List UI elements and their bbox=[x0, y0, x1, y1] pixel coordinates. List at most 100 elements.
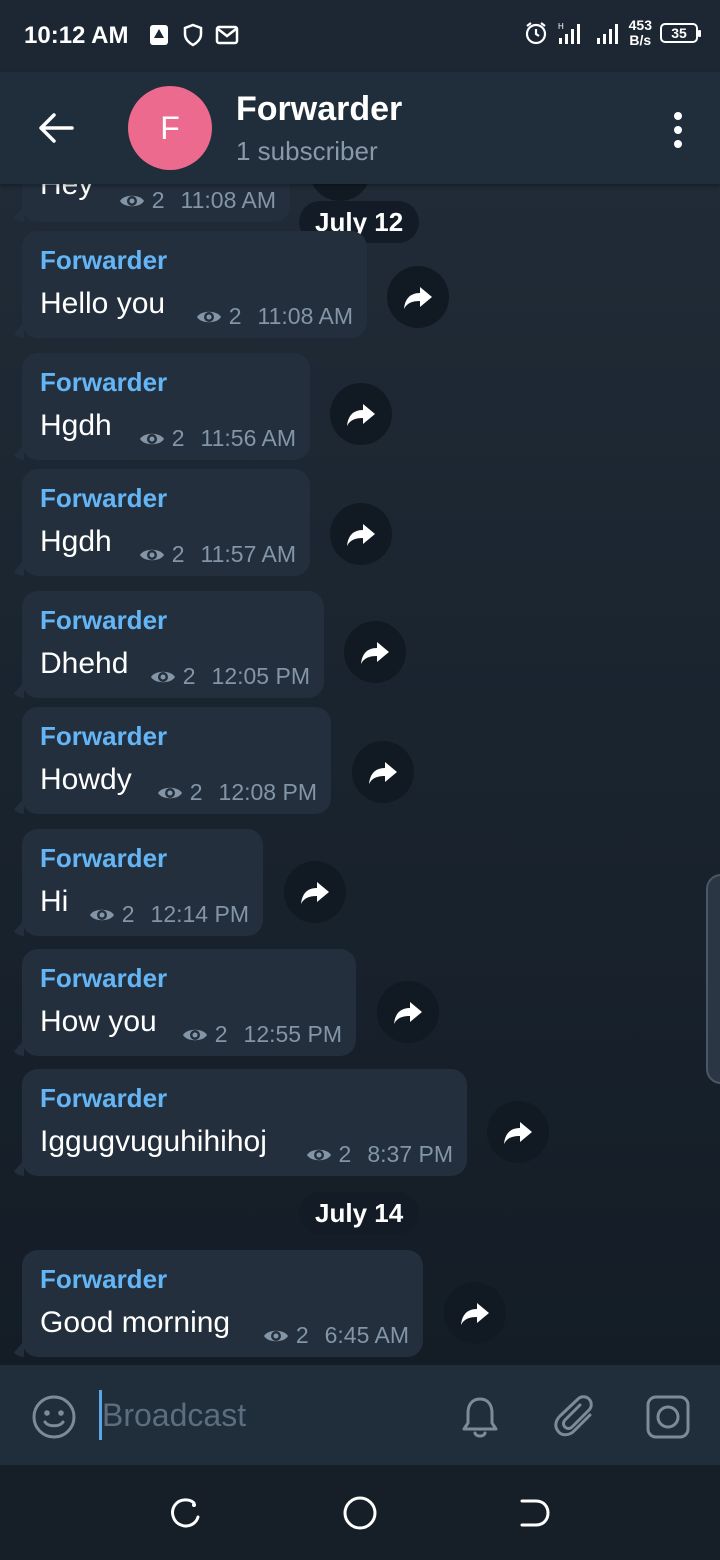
message-list[interactable]: Hey 2 11:08 AM July 12 Forwarder Hello y… bbox=[0, 184, 720, 1365]
bell-icon[interactable] bbox=[456, 1393, 504, 1441]
forward-button[interactable] bbox=[330, 383, 392, 445]
sender-name[interactable]: Forwarder bbox=[40, 605, 167, 636]
network-speed-value: 453 bbox=[628, 17, 652, 33]
message-meta: 2 12:14 PM bbox=[88, 901, 249, 928]
battery-level: 35 bbox=[671, 25, 687, 41]
message-bubble[interactable]: Forwarder Iggugvuguhihihoj 2 8:37 PM bbox=[22, 1069, 467, 1176]
status-bar: 10:12 AM H 453 B/s 35 bbox=[0, 0, 720, 72]
view-count: 2 bbox=[121, 901, 135, 927]
eye-icon bbox=[182, 1029, 207, 1040]
view-count: 2 bbox=[338, 1141, 352, 1167]
message-bubble[interactable]: Forwarder Hi 2 12:14 PM bbox=[22, 829, 263, 936]
message-text: How you bbox=[40, 1005, 157, 1038]
message-bubble[interactable]: Forwarder Dhehd 2 12:05 PM bbox=[22, 591, 324, 698]
eye-icon bbox=[139, 549, 164, 560]
channel-avatar[interactable]: F bbox=[128, 86, 212, 170]
sender-name[interactable]: Forwarder bbox=[40, 245, 167, 276]
forward-arrow-icon bbox=[461, 1303, 489, 1325]
message-bubble[interactable]: Forwarder Good morning 2 6:45 AM bbox=[22, 1250, 423, 1357]
sender-name[interactable]: Forwarder bbox=[40, 721, 167, 752]
network-speed-unit: B/s bbox=[629, 32, 652, 48]
message-text: Dhehd bbox=[40, 647, 129, 680]
forward-arrow-icon bbox=[404, 287, 432, 309]
channel-title[interactable]: Forwarder bbox=[236, 90, 402, 129]
message-text: Hello you bbox=[40, 287, 166, 320]
sender-name[interactable]: Forwarder bbox=[40, 1264, 167, 1295]
message-input-bar: Broadcast bbox=[0, 1365, 720, 1465]
forward-arrow-icon bbox=[504, 1122, 532, 1144]
eye-icon bbox=[150, 671, 175, 682]
message-bubble[interactable]: Forwarder How you 2 12:55 PM bbox=[22, 949, 356, 1056]
camera-icon[interactable] bbox=[644, 1393, 692, 1441]
broadcast-input[interactable]: Broadcast bbox=[102, 1397, 246, 1434]
message-text: Hgdh bbox=[40, 409, 112, 442]
message-time: 12:08 PM bbox=[218, 779, 317, 805]
avatar-letter: F bbox=[160, 109, 180, 146]
battery-indicator: 35 bbox=[660, 23, 701, 43]
sender-name[interactable]: Forwarder bbox=[40, 963, 167, 994]
message-bubble[interactable]: Forwarder Hello you 2 11:08 AM bbox=[22, 231, 367, 338]
svg-text:H: H bbox=[558, 22, 564, 31]
view-count: 2 bbox=[228, 303, 242, 329]
message-meta: 2 11:57 AM bbox=[138, 541, 296, 568]
attach-icon[interactable] bbox=[552, 1393, 600, 1441]
shield-icon bbox=[183, 23, 203, 47]
subscriber-count: 1 subscriber bbox=[236, 136, 378, 166]
forward-arrow-icon bbox=[347, 404, 375, 426]
forward-button[interactable] bbox=[309, 184, 371, 201]
forward-arrow-icon bbox=[369, 762, 397, 784]
view-count: 2 bbox=[151, 187, 165, 213]
message-text: Hi bbox=[40, 885, 69, 918]
forward-button[interactable] bbox=[330, 503, 392, 565]
emoji-icon[interactable] bbox=[30, 1393, 78, 1441]
status-notification-icons bbox=[146, 22, 240, 48]
eye-icon bbox=[119, 195, 144, 206]
forward-button[interactable] bbox=[387, 266, 449, 328]
message-time: 12:05 PM bbox=[211, 663, 310, 689]
view-count: 2 bbox=[171, 541, 185, 567]
view-count: 2 bbox=[189, 779, 203, 805]
date-separator: July 14 bbox=[299, 1192, 420, 1234]
forward-button[interactable] bbox=[444, 1282, 506, 1344]
message-bubble[interactable]: Forwarder Hgdh 2 11:56 AM bbox=[22, 353, 310, 460]
recents-icon[interactable] bbox=[166, 1493, 206, 1533]
chat-header: F Forwarder 1 subscriber bbox=[0, 72, 720, 184]
forward-arrow-icon bbox=[361, 642, 389, 664]
message-time: 6:45 AM bbox=[324, 1322, 409, 1348]
view-count: 2 bbox=[182, 663, 196, 689]
network-speed: 453 B/s bbox=[629, 18, 652, 48]
message-meta: 2 11:08 AM bbox=[118, 187, 276, 214]
message-meta: 2 8:37 PM bbox=[305, 1141, 453, 1168]
message-text: Hey bbox=[40, 184, 94, 201]
forward-button[interactable] bbox=[487, 1101, 549, 1163]
message-time: 12:14 PM bbox=[150, 901, 249, 927]
message-meta: 2 12:55 PM bbox=[181, 1021, 342, 1048]
message-bubble[interactable]: Hey 2 11:08 AM bbox=[22, 184, 290, 222]
signal-icon bbox=[596, 24, 618, 44]
sender-name[interactable]: Forwarder bbox=[40, 367, 167, 398]
message-bubble[interactable]: Forwarder Howdy 2 12:08 PM bbox=[22, 707, 331, 814]
more-options-icon[interactable] bbox=[668, 110, 688, 150]
eye-icon bbox=[263, 1330, 288, 1341]
forward-button[interactable] bbox=[377, 981, 439, 1043]
view-count: 2 bbox=[171, 425, 185, 451]
message-time: 11:56 AM bbox=[200, 425, 296, 451]
sender-name[interactable]: Forwarder bbox=[40, 1083, 167, 1114]
sender-name[interactable]: Forwarder bbox=[40, 483, 167, 514]
eye-icon bbox=[157, 787, 182, 798]
home-icon[interactable] bbox=[340, 1493, 380, 1533]
message-meta: 2 11:56 AM bbox=[138, 425, 296, 452]
message-meta: 2 11:08 AM bbox=[195, 303, 353, 330]
message-bubble[interactable]: Forwarder Hgdh 2 11:57 AM bbox=[22, 469, 310, 576]
message-text: Howdy bbox=[40, 763, 132, 796]
mail-icon bbox=[215, 25, 239, 45]
back-arrow-icon[interactable] bbox=[34, 106, 78, 150]
forward-button[interactable] bbox=[344, 621, 406, 683]
forward-button[interactable] bbox=[352, 741, 414, 803]
sender-name[interactable]: Forwarder bbox=[40, 843, 167, 874]
scroll-handle[interactable] bbox=[706, 874, 720, 1084]
eye-icon bbox=[139, 433, 164, 444]
forward-button[interactable] bbox=[284, 861, 346, 923]
forward-arrow-icon bbox=[301, 882, 329, 904]
back-nav-icon[interactable] bbox=[514, 1493, 554, 1533]
